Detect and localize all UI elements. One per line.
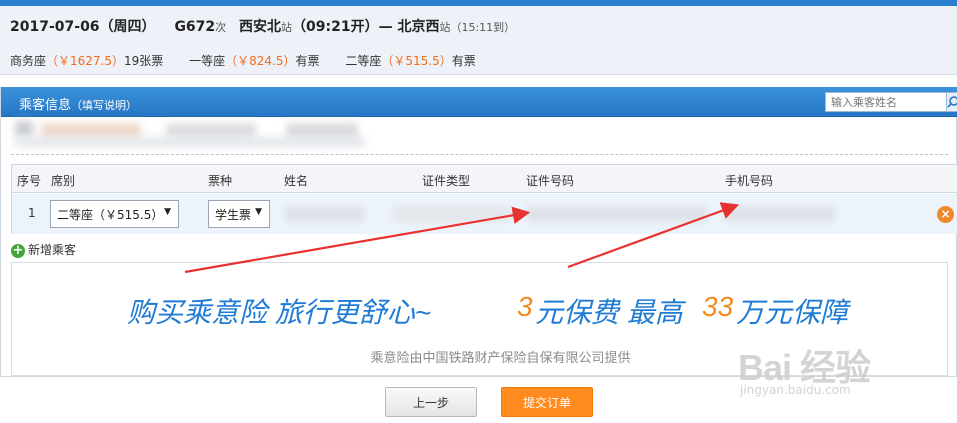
departure-station: 西安北站（09:21开）— xyxy=(239,19,393,35)
seat-select[interactable]: 二等座（￥515.5） ▼ xyxy=(50,200,179,228)
add-passenger-button[interactable]: + 新增乘客 xyxy=(11,241,76,258)
insurance-banner[interactable]: 购买乘意险 旅行更舒心~ 3 元保费 最高 33 万元保障 乘意险由中国铁路财产… xyxy=(11,262,948,376)
arrival-station: 北京西站（15:11到） xyxy=(397,19,516,35)
remove-passenger-icon[interactable]: × xyxy=(937,206,954,223)
train-info-bar: 2017-07-06（周四） G672次 西安北站（09:21开）— 北京西站（… xyxy=(0,6,957,75)
col-seat: 席别 xyxy=(51,174,76,188)
col-phone: 手机号码 xyxy=(725,174,774,188)
col-id-number: 证件号码 xyxy=(526,174,575,188)
divider xyxy=(11,154,948,155)
ticket-type-select[interactable]: 学生票 ▼ xyxy=(208,200,270,228)
col-ticket-type: 票种 xyxy=(208,174,233,188)
saved-passenger-5[interactable] xyxy=(15,137,365,147)
seat-first-class: 一等座（￥824.5）有票 xyxy=(189,54,320,68)
row-index: 1 xyxy=(28,206,36,220)
train-number: G672次 xyxy=(174,19,227,35)
phone-field[interactable] xyxy=(725,206,835,222)
insurance-caption: 乘意险由中国铁路财产保险自保有限公司提供 xyxy=(370,351,631,366)
plus-icon: + xyxy=(11,242,25,258)
col-index: 序号 xyxy=(17,174,42,188)
id-number-field[interactable] xyxy=(527,206,707,222)
chevron-down-icon: ▼ xyxy=(255,207,262,217)
seat-business: 商务座（￥1627.5）19张票 xyxy=(10,54,164,68)
panel-title: 乘客信息（填写说明） xyxy=(19,98,138,113)
saved-passenger-1[interactable] xyxy=(15,121,33,137)
passenger-table: 序号 席别 票种 姓名 证件类型 证件号码 手机号码 1 二等座（￥515.5）… xyxy=(11,164,957,234)
name-field[interactable] xyxy=(285,206,365,222)
table-header: 序号 席别 票种 姓名 证件类型 证件号码 手机号码 xyxy=(12,165,957,193)
id-type-field[interactable] xyxy=(392,206,512,222)
travel-date: 2017-07-06（周四） xyxy=(10,19,156,35)
col-id-type: 证件类型 xyxy=(422,174,471,188)
chevron-down-icon: ▼ xyxy=(164,207,171,217)
table-row: 1 二等座（￥515.5） ▼ 学生票 ▼ × xyxy=(12,194,957,234)
col-name: 姓名 xyxy=(284,174,309,188)
train-summary: 2017-07-06（周四） G672次 西安北站（09:21开）— 北京西站（… xyxy=(10,16,523,38)
passenger-search-input[interactable] xyxy=(825,92,947,112)
panel-header: 乘客信息（填写说明） xyxy=(1,87,957,117)
search-icon[interactable] xyxy=(947,92,957,112)
saved-passengers-list xyxy=(1,119,957,153)
submit-order-button[interactable]: 提交订单 xyxy=(501,387,593,417)
passenger-panel: 乘客信息（填写说明） 序号 席别 票种 姓名 证件类型 证件号码 手机号码 1 … xyxy=(0,87,957,377)
previous-step-button[interactable]: 上一步 xyxy=(385,387,477,417)
seat-availability: 商务座（￥1627.5）19张票 一等座（￥824.5）有票 二等座（￥515.… xyxy=(10,52,498,69)
seat-second-class: 二等座（￥515.5）有票 xyxy=(345,54,476,68)
watermark-url: jingyan.baidu.com xyxy=(740,383,851,397)
fill-instructions-link[interactable]: （填写说明） xyxy=(71,99,137,112)
